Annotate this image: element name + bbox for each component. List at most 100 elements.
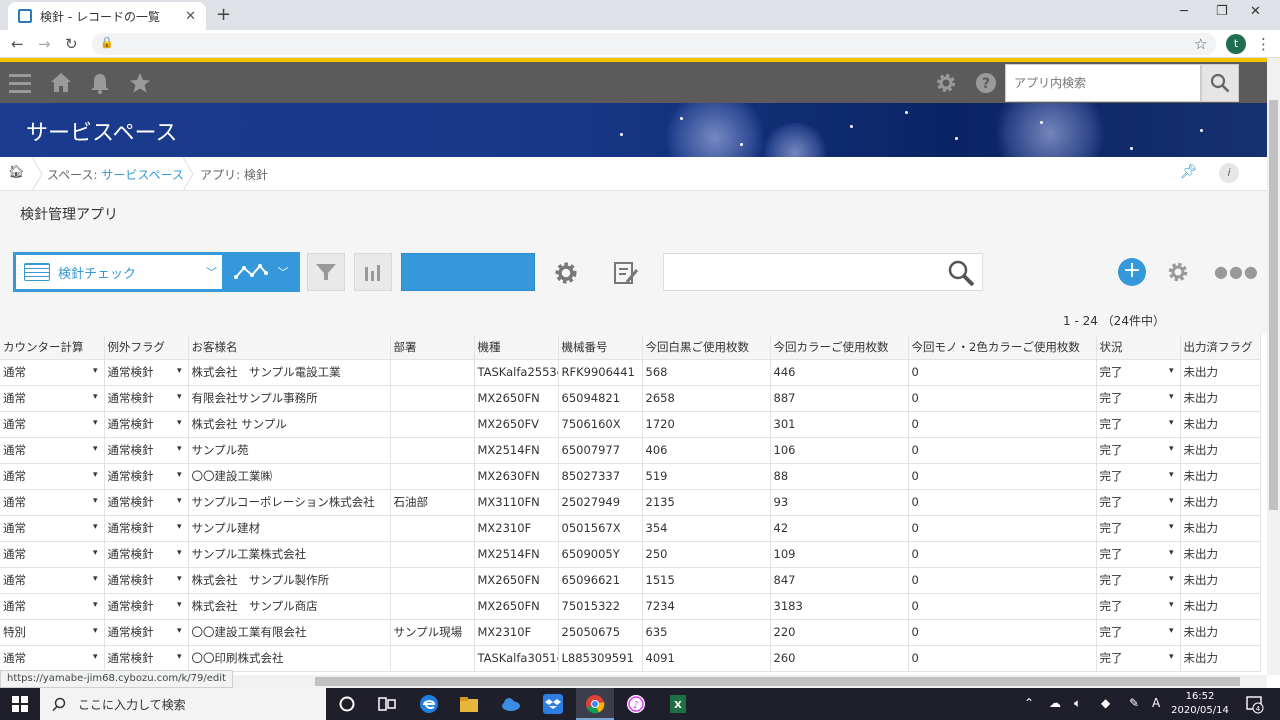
table-cell[interactable]: 特別	[0, 619, 105, 646]
column-header[interactable]: 状況	[1096, 335, 1181, 360]
task-view-icon[interactable]	[377, 694, 397, 714]
dropbox-tray-icon[interactable]: ◆	[1101, 696, 1110, 710]
horizontal-scroll-thumb[interactable]	[315, 677, 1240, 686]
table-row[interactable]: 通常通常検針有限会社サンプル事務所 MX2650FN650948212658887…	[0, 385, 1261, 412]
maximize-icon[interactable]: ❐	[1216, 4, 1228, 19]
table-row[interactable]: 通常通常検針株式会社 サンプル製作所 MX2650FN65096621151584…	[0, 567, 1261, 594]
table-cell[interactable]: 通常	[0, 463, 105, 490]
table-cell[interactable]: 通常検針	[104, 463, 189, 490]
browser-tab[interactable]: 検針 - レコードの一覧 ✕	[8, 2, 206, 30]
table-cell[interactable]: 通常	[0, 567, 105, 594]
table-row[interactable]: 通常通常検針サンプル工業株式会社 MX2514FN6509005Y2501090完…	[0, 541, 1261, 568]
column-header[interactable]: 出力済フラグ	[1180, 335, 1261, 360]
windows-start-icon[interactable]	[12, 696, 28, 712]
table-row[interactable]: 通常通常検針株式会社 サンプル MX2650FV7506160X17203010完…	[0, 411, 1261, 438]
table-cell[interactable]: 通常検針	[104, 437, 189, 464]
notification-bell-icon[interactable]	[90, 72, 110, 94]
table-cell[interactable]: 通常検針	[104, 359, 189, 386]
file-explorer-icon[interactable]	[459, 694, 479, 714]
table-cell[interactable]: 通常検針	[104, 411, 189, 438]
table-cell[interactable]: 完了	[1096, 541, 1181, 568]
graph-selector[interactable]: ﹀	[222, 252, 300, 292]
breadcrumb-home-icon[interactable]: 🏠︎	[8, 165, 25, 180]
column-header[interactable]: 機種	[474, 335, 559, 360]
view-selector[interactable]: 検針チェック ﹀	[13, 252, 225, 292]
tab-close-icon[interactable]: ✕	[185, 9, 196, 24]
address-bar[interactable]	[92, 33, 1216, 55]
back-icon[interactable]: ←	[11, 35, 24, 53]
table-cell[interactable]: 通常検針	[104, 593, 189, 620]
minimize-icon[interactable]: ─	[1180, 4, 1188, 19]
column-header[interactable]: 今回白黒ご使用枚数	[642, 335, 771, 360]
table-row[interactable]: 通常通常検針サンプル苑 MX2514FN650079774061060完了未出力	[0, 437, 1261, 464]
column-header[interactable]: 部署	[390, 335, 475, 360]
breadcrumb-space[interactable]: スペース: サービスペース	[47, 166, 184, 183]
column-header[interactable]: お客様名	[188, 335, 391, 360]
settings-gear-icon[interactable]	[935, 72, 957, 94]
table-row[interactable]: 通常通常検針〇〇建設工業㈱ MX2630FN85027337519880完了未出力	[0, 463, 1261, 490]
table-row[interactable]: 通常通常検針サンプル建材 MX2310F0501567X354420完了未出力	[0, 515, 1261, 542]
table-row[interactable]: 通常通常検針サンプルコーポレーション株式会社石油部MX3110FN2502794…	[0, 489, 1261, 516]
onedrive-icon[interactable]	[501, 694, 521, 714]
app-search-button[interactable]	[1201, 64, 1239, 102]
window-close-icon[interactable]: ✕	[1250, 4, 1261, 19]
table-cell[interactable]: 通常	[0, 593, 105, 620]
table-cell[interactable]: 通常検針	[104, 515, 189, 542]
graph-button[interactable]	[354, 253, 392, 291]
vertical-scrollbar[interactable]	[1267, 58, 1280, 675]
column-header[interactable]: 機械番号	[558, 335, 643, 360]
browser-menu-icon[interactable]: ⋮	[1256, 35, 1271, 53]
horizontal-scrollbar[interactable]	[200, 675, 1267, 688]
show-hidden-icons-icon[interactable]: ⌃	[1024, 696, 1034, 710]
table-cell[interactable]: 完了	[1096, 619, 1181, 646]
itunes-icon[interactable]: ♪	[626, 694, 646, 714]
table-row[interactable]: 通常通常検針株式会社 サンプル電設工業 TASKalfa2553ciRFK9906…	[0, 359, 1261, 386]
menu-icon[interactable]	[9, 73, 31, 93]
table-cell[interactable]: 通常	[0, 359, 105, 386]
column-header[interactable]: カウンター計算	[0, 335, 105, 360]
table-cell[interactable]: 通常検針	[104, 567, 189, 594]
reload-icon[interactable]: ↻	[65, 35, 78, 53]
bookmark-star-icon[interactable]: ☆	[1194, 35, 1207, 53]
more-options-icon[interactable]: ●●●	[1214, 262, 1259, 281]
new-tab-button[interactable]: +	[216, 4, 231, 25]
notification-center-icon[interactable]: 4	[1244, 694, 1264, 714]
view-settings-gear-icon[interactable]	[553, 260, 579, 286]
taskbar-search[interactable]: ここに入力して検索	[40, 688, 326, 720]
pen-icon[interactable]: ✎	[1129, 696, 1139, 710]
help-icon[interactable]: ?	[975, 72, 997, 94]
profile-avatar[interactable]: t	[1226, 34, 1246, 54]
dropbox-icon[interactable]	[543, 694, 563, 714]
table-row[interactable]: 通常通常検針株式会社 サンプル商店 MX2650FN750153227234318…	[0, 593, 1261, 620]
cortana-icon[interactable]	[337, 694, 357, 714]
column-header[interactable]: 今回カラーご使用枚数	[770, 335, 909, 360]
ime-mode-icon[interactable]: A	[1152, 696, 1160, 710]
search-icon[interactable]	[947, 259, 975, 287]
table-row[interactable]: 特別通常検針〇〇建設工業有限会社サンプル現場MX2310F25050675635…	[0, 619, 1261, 646]
table-cell[interactable]: 通常	[0, 437, 105, 464]
table-cell[interactable]: 通常検針	[104, 489, 189, 516]
column-header[interactable]: 例外フラグ	[104, 335, 189, 360]
record-search-input[interactable]	[663, 253, 983, 291]
table-cell[interactable]: 通常	[0, 489, 105, 516]
table-row[interactable]: 通常通常検針〇〇印刷株式会社 TASKalfa3051ciL88530959140…	[0, 645, 1261, 672]
volume-icon[interactable]: 🔈︎	[1074, 696, 1081, 711]
table-cell[interactable]: 通常検針	[104, 385, 189, 412]
table-cell[interactable]: 通常	[0, 645, 105, 672]
pin-icon[interactable]: 📌︎	[1180, 164, 1198, 180]
taskbar-clock[interactable]: 16:52 2020/05/14	[1170, 690, 1230, 718]
forward-icon[interactable]: →	[38, 35, 51, 53]
table-cell[interactable]: 完了	[1096, 411, 1181, 438]
excel-icon[interactable]: X	[668, 694, 688, 714]
table-cell[interactable]: 通常	[0, 515, 105, 542]
table-cell[interactable]: 通常検針	[104, 541, 189, 568]
home-icon[interactable]	[50, 72, 72, 93]
table-cell[interactable]: 完了	[1096, 463, 1181, 490]
table-cell[interactable]: 通常検針	[104, 645, 189, 672]
table-cell[interactable]: 通常検針	[104, 619, 189, 646]
app-search-input[interactable]	[1005, 64, 1201, 102]
chrome-icon[interactable]	[585, 694, 605, 714]
onedrive-tray-icon[interactable]: ☁	[1049, 696, 1061, 710]
add-record-button[interactable]: +	[1118, 258, 1146, 286]
vertical-scroll-thumb[interactable]	[1269, 100, 1278, 510]
